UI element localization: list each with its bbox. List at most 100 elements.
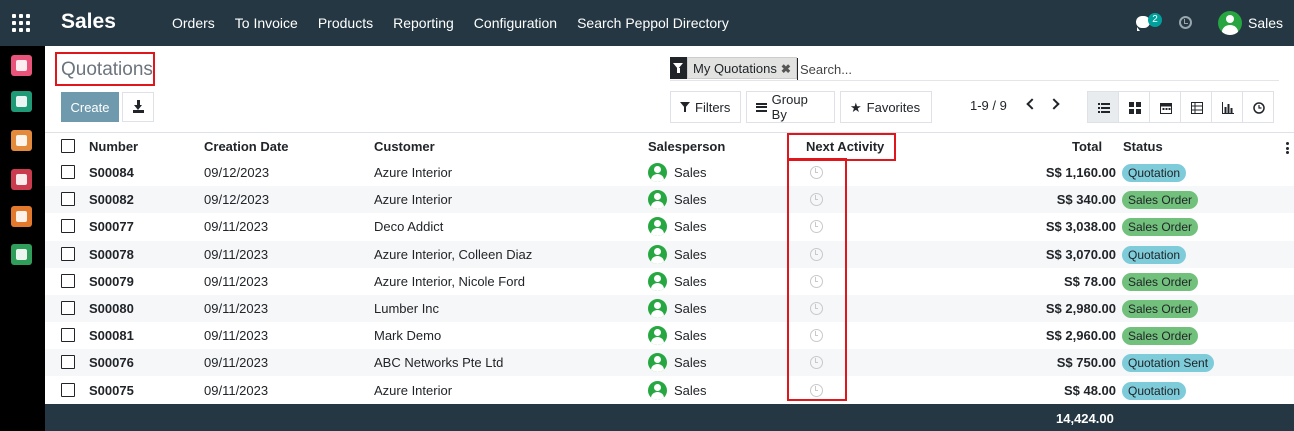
user-avatar[interactable] bbox=[1218, 11, 1242, 35]
filters-button[interactable]: Filters bbox=[670, 91, 741, 123]
customer-name: Mark Demo bbox=[374, 328, 442, 344]
column-status[interactable]: Status bbox=[1123, 139, 1163, 154]
row-checkbox[interactable] bbox=[61, 273, 75, 288]
customer-name: Azure Interior bbox=[374, 165, 453, 180]
row-checkbox[interactable] bbox=[61, 355, 75, 370]
pager-value[interactable]: 1-9 / 9 bbox=[970, 98, 1007, 113]
salesperson-avatar bbox=[648, 326, 667, 346]
select-all-checkbox[interactable] bbox=[61, 139, 75, 153]
order-number: S00082 bbox=[89, 192, 134, 208]
table-row[interactable]: S00079 09/11/2023 Azure Interior, Nicole F… bbox=[45, 268, 1294, 295]
menu-reporting[interactable]: Reporting bbox=[383, 0, 464, 46]
app-grid-icon[interactable] bbox=[12, 14, 30, 32]
creation-date: 09/12/2023 bbox=[204, 192, 270, 208]
row-checkbox[interactable] bbox=[61, 246, 75, 261]
next-activity-highlight-box bbox=[787, 133, 896, 161]
salesperson-name: Sales bbox=[674, 355, 707, 371]
filter-icon bbox=[680, 102, 690, 112]
favorites-button[interactable]: ★ Favorites bbox=[840, 91, 932, 123]
customer-name: ABC Networks Pte Ltd bbox=[374, 355, 504, 371]
table-row[interactable]: S00077 09/11/2023 Deco Addict Sales S$ 3,038… bbox=[45, 213, 1294, 240]
table-row[interactable]: S00084 09/12/2023 Azure Interior Sales S$ 1,… bbox=[45, 159, 1294, 186]
column-total[interactable]: Total bbox=[1072, 139, 1102, 154]
menu-search-peppol[interactable]: Search Peppol Directory bbox=[567, 0, 739, 46]
salesperson-name: Sales bbox=[674, 301, 707, 316]
order-number: S00084 bbox=[89, 165, 134, 180]
search-input[interactable] bbox=[797, 58, 1267, 80]
table-row[interactable]: S00081 09/11/2023 Mark Demo Sales S$ 2,960.0… bbox=[45, 322, 1294, 349]
facet-label: My Quotations bbox=[693, 61, 777, 76]
sales-app-icon[interactable] bbox=[11, 130, 32, 151]
pivot-table-icon bbox=[1191, 102, 1203, 114]
menu-products[interactable]: Products bbox=[308, 0, 383, 46]
customer-name: Azure Interior, Colleen Diaz bbox=[374, 246, 533, 262]
view-switcher bbox=[1087, 91, 1274, 123]
creation-date: 09/12/2023 bbox=[204, 165, 270, 180]
row-checkbox[interactable] bbox=[61, 219, 75, 234]
row-checkbox[interactable] bbox=[61, 192, 75, 207]
row-checkbox[interactable] bbox=[61, 165, 75, 179]
salesperson-avatar bbox=[648, 244, 667, 264]
pager-previous-icon[interactable] bbox=[1026, 98, 1038, 110]
filters-label: Filters bbox=[695, 99, 731, 115]
search-facet[interactable]: My Quotations ✖ bbox=[670, 57, 797, 79]
calendar-view-button[interactable] bbox=[1149, 91, 1181, 123]
column-salesperson[interactable]: Salesperson bbox=[648, 139, 725, 154]
main-menu: Orders To Invoice Products Reporting Con… bbox=[162, 0, 739, 46]
menu-configuration[interactable]: Configuration bbox=[464, 0, 567, 46]
table-row[interactable]: S00080 09/11/2023 Lumber Inc Sales S$ 2,980.… bbox=[45, 295, 1294, 322]
pager-next-icon[interactable] bbox=[1048, 98, 1060, 110]
star-icon: ★ bbox=[850, 99, 862, 115]
order-total: S$ 2,980.00 bbox=[1045, 301, 1116, 316]
list-view-button[interactable] bbox=[1087, 91, 1119, 123]
table-row[interactable]: S00076 09/11/2023 ABC Networks Pte Ltd Sale… bbox=[45, 349, 1294, 377]
order-number: S00077 bbox=[89, 219, 134, 235]
status-badge: Quotation bbox=[1122, 381, 1187, 400]
customer-name: Azure Interior bbox=[374, 192, 453, 208]
discuss-app-icon[interactable] bbox=[11, 55, 32, 76]
row-checkbox[interactable] bbox=[61, 328, 75, 343]
inventory-app-icon[interactable] bbox=[11, 169, 32, 190]
status-badge: Sales Order bbox=[1122, 272, 1199, 291]
pivot-view-button[interactable] bbox=[1180, 91, 1212, 123]
row-checkbox[interactable] bbox=[61, 301, 75, 315]
salesperson-avatar bbox=[648, 163, 667, 182]
activity-clock-icon[interactable] bbox=[1179, 16, 1192, 29]
favorites-label: Favorites bbox=[866, 99, 921, 115]
user-name[interactable]: Sales bbox=[1248, 15, 1283, 31]
salesperson-avatar bbox=[648, 217, 667, 237]
table-row[interactable]: S00075 09/11/2023 Azure Interior Sales S$ 48… bbox=[45, 377, 1294, 404]
column-customer[interactable]: Customer bbox=[374, 139, 435, 154]
column-number[interactable]: Number bbox=[89, 139, 138, 154]
table-row[interactable]: S00078 09/11/2023 Azure Interior, Colleen … bbox=[45, 240, 1294, 268]
salesperson-avatar bbox=[648, 299, 667, 318]
facet-remove-icon[interactable]: ✖ bbox=[781, 62, 791, 76]
row-checkbox[interactable] bbox=[61, 382, 75, 397]
filter-icon bbox=[670, 57, 687, 79]
calendar-view-icon bbox=[1160, 103, 1172, 114]
activity-view-button[interactable] bbox=[1242, 91, 1274, 123]
order-number: S00081 bbox=[89, 328, 134, 344]
groupby-button[interactable]: Group By bbox=[746, 91, 835, 123]
download-button[interactable] bbox=[122, 92, 154, 122]
create-button[interactable]: Create bbox=[61, 92, 119, 122]
column-creation-date[interactable]: Creation Date bbox=[204, 139, 289, 154]
creation-date: 09/11/2023 bbox=[204, 382, 269, 398]
creation-date: 09/11/2023 bbox=[204, 246, 269, 262]
chat-count-badge: 2 bbox=[1148, 13, 1162, 27]
kanban-view-button[interactable] bbox=[1118, 91, 1150, 123]
app-sidebar bbox=[0, 46, 45, 431]
order-total: S$ 1,160.00 bbox=[1045, 165, 1116, 180]
menu-orders[interactable]: Orders bbox=[162, 0, 225, 46]
app-brand[interactable]: Sales bbox=[61, 10, 116, 34]
order-number: S00075 bbox=[89, 382, 134, 398]
creation-date: 09/11/2023 bbox=[204, 273, 269, 289]
invoicing-app-icon[interactable] bbox=[11, 206, 32, 227]
optional-columns-icon[interactable] bbox=[1286, 142, 1289, 156]
documents-app-icon[interactable] bbox=[11, 244, 32, 265]
graph-view-button[interactable] bbox=[1211, 91, 1243, 123]
contacts-app-icon[interactable] bbox=[11, 91, 32, 112]
table-row[interactable]: S00082 09/12/2023 Azure Interior Sales S$ 34… bbox=[45, 186, 1294, 214]
top-navbar: Sales Orders To Invoice Products Reporti… bbox=[0, 0, 1294, 46]
menu-to-invoice[interactable]: To Invoice bbox=[225, 0, 308, 46]
